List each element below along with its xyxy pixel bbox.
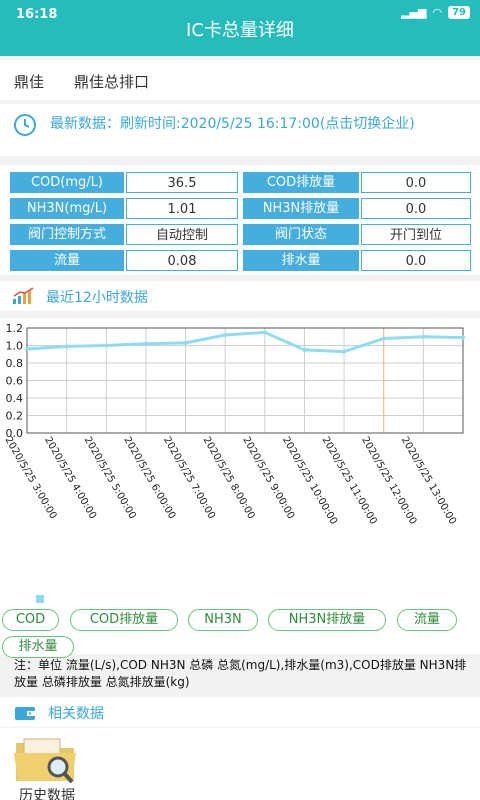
legend-marker <box>36 595 44 603</box>
data-point <box>183 340 188 345</box>
metric-label: COD(mg/L) <box>10 172 124 193</box>
series-line <box>26 330 464 354</box>
data-point <box>143 341 148 346</box>
data-point <box>342 349 347 354</box>
chart-area: 0.0 0.2 0.4 0.6 0.8 1.0 1.2 2020/5/25 3:00:00 20… <box>0 318 480 654</box>
metric-value: 0.0 <box>361 250 471 271</box>
refresh-text: 最新数据：刷新时间:2020/5/25 16:17:00(点击切换企业) <box>50 116 415 132</box>
chip-drainage[interactable]: 排水量 <box>2 636 74 658</box>
metric-label: NH3N(mg/L) <box>10 198 124 219</box>
metric-label: 阀门状态 <box>243 224 359 245</box>
bar-chart-icon <box>13 287 34 304</box>
metric-value: 0.0 <box>361 172 471 193</box>
metric-label: COD排放量 <box>243 172 359 193</box>
folder-search-icon <box>14 738 76 784</box>
data-point <box>262 330 267 335</box>
data-point <box>421 334 426 339</box>
data-point <box>64 344 69 349</box>
chip-cod-emission[interactable]: COD排放量 <box>70 609 178 631</box>
chart-section-title: 最近12小时数据 <box>46 290 148 306</box>
metric-value: 0.08 <box>126 250 238 271</box>
chip-nh3n[interactable]: NH3N <box>188 609 258 631</box>
data-point <box>381 336 386 341</box>
history-data-label: 历史数据 <box>19 788 75 800</box>
units-note: 注：单位 流量(L/s),COD NH3N 总磷 总氮(mg/L),排水量(m3… <box>14 658 467 689</box>
data-point <box>104 343 109 348</box>
y-tick-label: 0.4 <box>6 392 24 405</box>
company-name: 鼎佳 <box>14 73 45 91</box>
metric-label: 流量 <box>10 250 124 271</box>
y-tick-label: 0.8 <box>6 357 24 370</box>
metric-value: 36.5 <box>126 172 238 193</box>
chip-flow[interactable]: 流量 <box>397 609 457 631</box>
metrics-grid: COD(mg/L) 36.5 COD排放量 0.0 NH3N(mg/L) 1.0… <box>0 165 480 275</box>
clock-icon <box>14 114 36 136</box>
metric-value: 1.01 <box>126 198 238 219</box>
metric-value: 0.0 <box>361 198 471 219</box>
refresh-info[interactable]: 最新数据：刷新时间:2020/5/25 16:17:00(点击切换企业) <box>0 104 480 156</box>
company-selector[interactable]: 鼎佳 鼎佳总排口 <box>0 60 480 100</box>
related-section-title: 相关数据 <box>48 706 104 722</box>
y-tick-label: 0.2 <box>6 410 24 423</box>
data-point <box>223 333 228 337</box>
data-point <box>25 347 29 351</box>
line-chart: 0.00.20.40.60.81.01.22020/5/25 3:00:0020… <box>2 322 465 527</box>
data-point <box>461 335 465 340</box>
metric-value: 自动控制 <box>126 224 238 245</box>
wallet-icon <box>15 707 35 720</box>
history-data-button[interactable]: 历史数据 <box>10 735 84 800</box>
outlet-name: 鼎佳总排口 <box>74 73 150 91</box>
chip-nh3n-emission[interactable]: NH3N排放量 <box>268 609 386 631</box>
page-title: IC卡总量详细 <box>186 20 294 41</box>
chart-section-header: 最近12小时数据 <box>0 281 480 311</box>
y-tick-label: 0.6 <box>6 375 24 388</box>
metric-label: NH3N排放量 <box>243 198 359 219</box>
y-tick-label: 1.2 <box>6 322 24 335</box>
metric-value: 开门到位 <box>361 224 471 245</box>
related-section-header: 相关数据 <box>0 697 480 727</box>
metric-label: 排水量 <box>243 250 359 271</box>
y-tick-label: 1.0 <box>6 340 24 353</box>
metric-label: 阀门控制方式 <box>10 224 124 245</box>
data-point <box>302 347 307 352</box>
chip-cod[interactable]: COD <box>2 609 59 631</box>
